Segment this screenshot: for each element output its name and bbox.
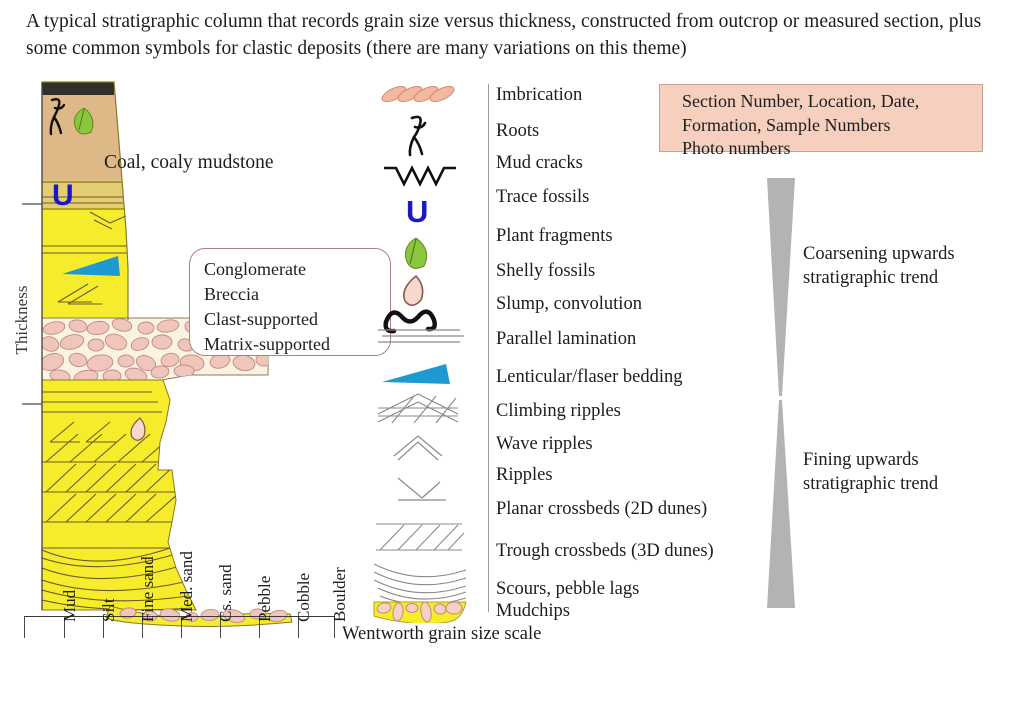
coarsening-trend-line-1: Coarsening upwards [803, 244, 955, 264]
shelly-fossils-icon [403, 274, 424, 307]
info-box-line-2: Formation, Sample Numbers [682, 114, 891, 135]
scours-pebble-lags-icon [373, 601, 467, 623]
callout-line-2: Breccia [204, 284, 259, 304]
legend-label-shelly-fossils: Shelly fossils [496, 261, 596, 281]
legend-label-climbing-ripples: Climbing ripples [496, 401, 621, 421]
planar-crossbeds-icon [376, 523, 465, 551]
legend-label-plant-fragments: Plant fragments [496, 226, 613, 246]
column-trace-fossil-icon: U [52, 179, 74, 212]
trend-arrows-graphic [767, 178, 795, 608]
legend-label-roots: Roots [496, 121, 540, 141]
legend-label-mud-cracks: Mud cracks [496, 153, 583, 173]
thickness-axis-label: Thickness [12, 285, 31, 355]
legend-label-ripples: Ripples [496, 465, 553, 485]
stratigraphic-trend-indicators: Coarsening upwards stratigraphic trend F… [755, 170, 1015, 620]
fining-trend-line-2: stratigraphic trend [803, 474, 939, 494]
legend-label-planar-crossbeds: Planar crossbeds (2D dunes) [496, 499, 708, 519]
conglomerate-callout-box: Conglomerate Breccia Clast-supported Mat… [189, 248, 391, 356]
wave-ripples-icon [393, 435, 443, 461]
legend-label-slump-convolution: Slump, convolution [496, 294, 642, 314]
legend-label-mudchips: Mudchips [496, 601, 570, 621]
grain-size-label-boulder: Boulder [330, 567, 349, 622]
grain-size-label-mud: Mud [60, 589, 79, 622]
grain-axis-tick [24, 616, 26, 638]
grain-size-label-silt: Silt [99, 598, 118, 622]
legend-label-imbrication: Imbrication [496, 85, 583, 105]
coarsening-trend-line-2: stratigraphic trend [803, 268, 939, 288]
info-box-line-3: Photo numbers [682, 138, 791, 158]
fining-upwards-wedge [767, 400, 795, 608]
callout-line-1: Conglomerate [204, 259, 306, 279]
trough-crossbeds-icon [373, 563, 467, 606]
stratigraphic-column: U Thickness Coal, coaly mudstone Conglom… [0, 70, 391, 630]
coal-bed [42, 82, 114, 95]
grain-size-axis: Mud Silt Fine sand Med. sand Cs. sand Pe… [24, 551, 354, 702]
legend-label-trough-crossbeds: Trough crossbeds (3D dunes) [496, 541, 714, 561]
ripples-icon [397, 477, 446, 501]
lower-sandstone-package [41, 379, 197, 611]
slump-convolution-icon [383, 309, 437, 334]
climbing-ripples-icon [377, 393, 459, 424]
legend-label-wave-ripples: Wave ripples [496, 434, 593, 454]
legend-label-trace-fossils: Trace fossils [496, 187, 590, 207]
wentworth-scale-title: Wentworth grain size scale [342, 624, 542, 644]
coarsening-upwards-wedge [767, 178, 795, 396]
legend-label-scours-pebble-lags: Scours, pebble lags [496, 579, 640, 599]
trace-fossils-icon: U [406, 194, 428, 229]
section-header-info-box: Section Number, Location, Date, Formatio… [659, 84, 983, 158]
figure-caption: A typical stratigraphic column that reco… [26, 11, 982, 59]
roots-icon [408, 115, 427, 157]
plant-fragments-icon [405, 237, 428, 269]
grain-size-label-cs-sand: Cs. sand [216, 564, 235, 622]
grain-size-label-med-sand: Med. sand [177, 551, 196, 622]
callout-line-4: Matrix-supported [204, 334, 330, 354]
grain-size-label-pebble: Pebble [255, 575, 274, 622]
fining-trend-line-1: Fining upwards [803, 450, 919, 470]
grain-size-label-cobble: Cobble [294, 572, 313, 622]
grain-size-label-fine-sand: Fine sand [138, 556, 157, 622]
stratigraphic-column-figure: A typical stratigraphic column that reco… [0, 0, 1024, 702]
lenticular-bedding-icon [382, 364, 450, 384]
mud-cracks-icon [384, 165, 456, 187]
callout-line-3: Clast-supported [204, 309, 318, 329]
imbrication-icon [381, 85, 455, 103]
info-box-line-1: Section Number, Location, Date, [682, 91, 920, 111]
legend-divider [488, 84, 490, 612]
coal-bed-label: Coal, coaly mudstone [104, 152, 274, 173]
legend-label-parallel-lamination: Parallel lamination [496, 329, 637, 349]
legend-label-lenticular-bedding: Lenticular/flaser bedding [496, 367, 683, 387]
legend-symbols: U [373, 85, 467, 623]
